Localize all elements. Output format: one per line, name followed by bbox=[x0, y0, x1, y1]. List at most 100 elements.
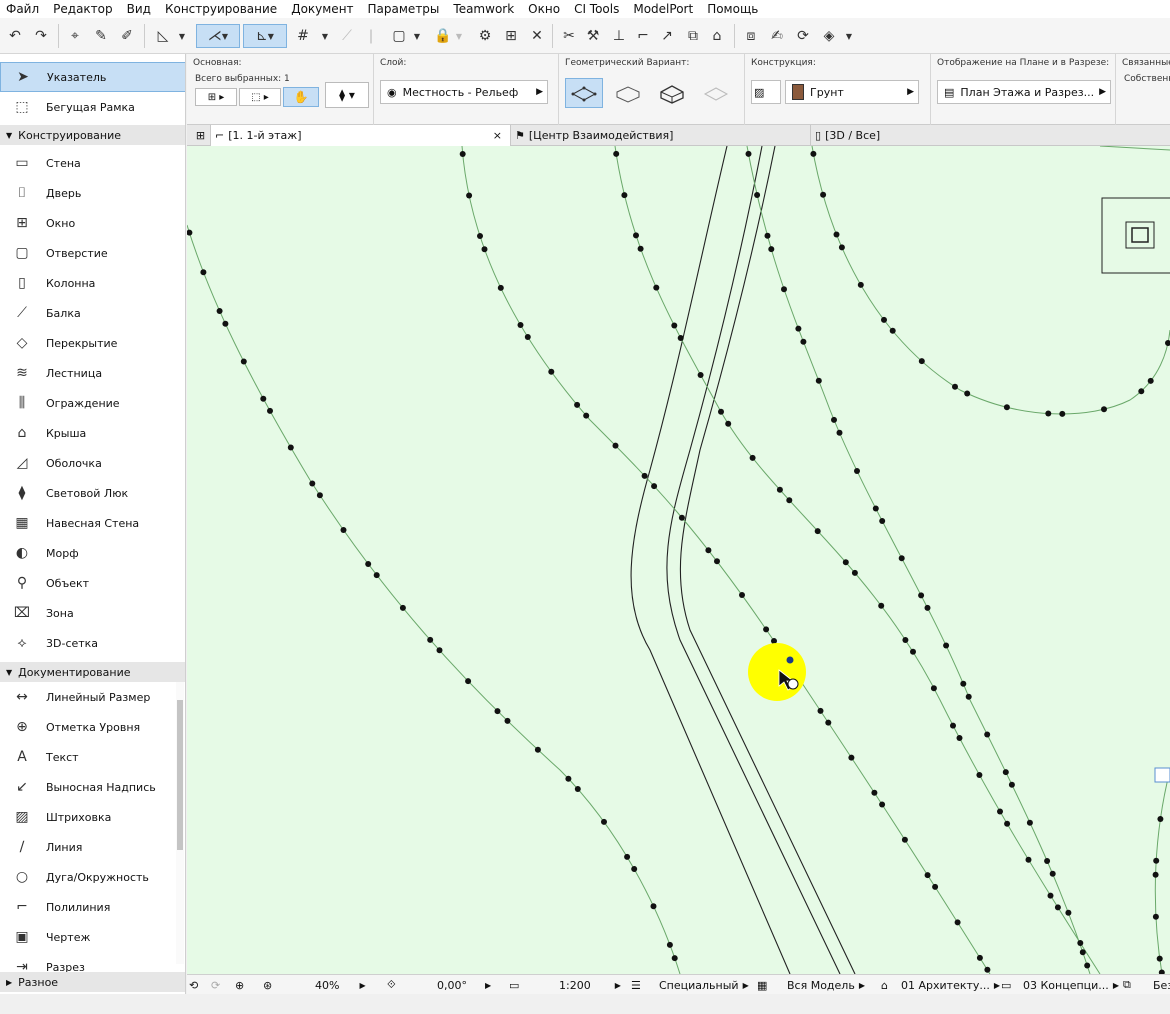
contour-vertex[interactable] bbox=[881, 316, 887, 323]
layer-view-icon[interactable]: ▢ bbox=[388, 24, 410, 48]
dimension-style-value[interactable]: 03 Концепци... ▶ bbox=[1023, 977, 1119, 993]
tool-arrow[interactable]: ➤ Указатель bbox=[0, 62, 185, 92]
contour-vertex[interactable] bbox=[1101, 406, 1107, 413]
tool-marquee[interactable]: ⬚ Бегущая Рамка bbox=[0, 92, 185, 122]
trace-dropdown-icon[interactable]: ▼ bbox=[176, 24, 188, 48]
contour-vertex[interactable] bbox=[497, 284, 504, 291]
contour-vertex[interactable] bbox=[316, 492, 323, 499]
contour-vertex[interactable] bbox=[671, 322, 678, 329]
adjust-icon[interactable]: ⚒ bbox=[582, 24, 604, 48]
contour-vertex[interactable] bbox=[240, 358, 247, 365]
menu-edit[interactable]: Редактор bbox=[53, 2, 112, 16]
tab-floor-plan[interactable]: ⌐ [1. 1-й этаж] × bbox=[211, 125, 511, 146]
tool-door[interactable]: ⌷ Дверь bbox=[0, 178, 185, 208]
menu-window[interactable]: Окно bbox=[528, 2, 560, 16]
contour-vertex[interactable] bbox=[810, 150, 817, 157]
tool-level[interactable]: ⊕ Отметка Уровня bbox=[0, 712, 185, 742]
3d-dropdown-icon[interactable]: ▼ bbox=[842, 24, 856, 48]
contour-vertex[interactable] bbox=[1004, 820, 1011, 827]
contour-vertex[interactable] bbox=[820, 191, 827, 198]
tool-opening[interactable]: ▢ Отверстие bbox=[0, 238, 185, 268]
contour-vertex[interactable] bbox=[1026, 819, 1033, 826]
contour-vertex[interactable] bbox=[1008, 781, 1015, 788]
contour-vertex[interactable] bbox=[943, 642, 950, 649]
snap-guides-icon[interactable]: ⊾ ▼ bbox=[243, 24, 287, 48]
contour-vertex[interactable] bbox=[574, 786, 581, 792]
contour-vertex[interactable] bbox=[465, 678, 472, 685]
contour-vertex[interactable] bbox=[466, 192, 473, 199]
contour-vertex[interactable] bbox=[583, 412, 590, 419]
angle-value[interactable]: 0,00° ▶ bbox=[437, 977, 497, 993]
syringe-icon[interactable]: ✐ bbox=[116, 24, 138, 48]
contour-vertex[interactable] bbox=[831, 416, 837, 423]
hotlink-icon[interactable]: ⚙ bbox=[474, 24, 496, 48]
ruler-icon[interactable]: ⊞ bbox=[500, 24, 522, 48]
pen-set-value[interactable]: Специальный ▶ bbox=[659, 977, 749, 993]
magic-wand-icon[interactable]: ✋ bbox=[283, 87, 319, 107]
tool-beam[interactable]: ⟋ Балка bbox=[0, 298, 185, 328]
menu-document[interactable]: Документ bbox=[291, 2, 353, 16]
rotate-view-icon[interactable]: ⟲ bbox=[189, 977, 198, 993]
contour-vertex[interactable] bbox=[879, 518, 886, 524]
contour-vertex[interactable] bbox=[1165, 340, 1170, 346]
menu-help[interactable]: Помощь bbox=[707, 2, 758, 16]
contour-vertex[interactable] bbox=[879, 801, 886, 808]
contour-vertex[interactable] bbox=[848, 754, 855, 761]
scale-value[interactable]: 1:200 ▶ bbox=[559, 977, 621, 993]
contour-vertex[interactable] bbox=[781, 286, 787, 293]
contour-vertex[interactable] bbox=[745, 150, 752, 157]
contour-vertex[interactable] bbox=[653, 284, 660, 291]
contour-vertex[interactable] bbox=[763, 626, 770, 633]
contour-vertex[interactable] bbox=[795, 325, 802, 332]
menu-options[interactable]: Параметры bbox=[368, 2, 440, 16]
contour-vertex[interactable] bbox=[965, 693, 972, 700]
contour-vertex[interactable] bbox=[637, 245, 644, 252]
contour-vertex[interactable] bbox=[984, 731, 991, 738]
contour-vertex[interactable] bbox=[1054, 904, 1061, 911]
tool-roof[interactable]: ⌂ Крыша bbox=[0, 418, 185, 448]
contour-vertex[interactable] bbox=[842, 559, 849, 566]
house-icon[interactable]: ⌂ bbox=[706, 24, 728, 48]
contour-vertex[interactable] bbox=[976, 954, 983, 961]
tool-mesh[interactable]: ⟡ 3D-сетка bbox=[0, 628, 185, 658]
contour-vertex[interactable] bbox=[924, 604, 931, 611]
contour-vertex[interactable] bbox=[960, 680, 967, 687]
contour-vertex[interactable] bbox=[902, 637, 909, 643]
contour-vertex[interactable] bbox=[754, 192, 761, 198]
contour-vertex[interactable] bbox=[889, 327, 896, 334]
contour-vertex[interactable] bbox=[267, 407, 273, 414]
tool-zone[interactable]: ⌧ Зона bbox=[0, 598, 185, 628]
layer-combo-value[interactable]: 01 Архитекту... ▶ bbox=[901, 977, 1000, 993]
tool-window[interactable]: ⊞ Окно bbox=[0, 208, 185, 238]
contour-vertex[interactable] bbox=[898, 555, 905, 562]
tool-slab[interactable]: ◇ Перекрытие bbox=[0, 328, 185, 358]
contour-vertex[interactable] bbox=[200, 269, 207, 276]
contour-vertex[interactable] bbox=[548, 368, 555, 375]
menu-design[interactable]: Конструирование bbox=[165, 2, 277, 16]
contour-vertex[interactable] bbox=[1153, 857, 1160, 864]
contour-vertex[interactable] bbox=[776, 486, 783, 493]
contour-vertex[interactable] bbox=[954, 919, 961, 926]
contour-vertex[interactable] bbox=[871, 789, 878, 796]
contour-vertex[interactable] bbox=[565, 775, 572, 782]
tool-drawing[interactable]: ▣ Чертеж bbox=[0, 922, 185, 952]
tool-stair[interactable]: ≋ Лестница bbox=[0, 358, 185, 388]
contour-vertex[interactable] bbox=[436, 647, 443, 654]
selection-mode-single[interactable]: ⊞ ▸ bbox=[195, 88, 237, 106]
intersect-icon[interactable]: ⊥ bbox=[608, 24, 630, 48]
contour-vertex[interactable] bbox=[666, 941, 673, 948]
tool-skylight[interactable]: ⧫ Световой Люк bbox=[0, 478, 185, 508]
contour-vertex[interactable] bbox=[534, 746, 541, 753]
split-icon[interactable]: ✂ bbox=[558, 24, 580, 48]
tool-dimension[interactable]: ↔ Линейный Размер bbox=[0, 682, 185, 712]
contour-vertex[interactable] bbox=[739, 592, 745, 598]
menu-ci-tools[interactable]: CI Tools bbox=[574, 2, 619, 16]
contour-vertex[interactable] bbox=[764, 232, 771, 239]
contour-vertex[interactable] bbox=[1025, 856, 1032, 863]
contour-vertex[interactable] bbox=[800, 338, 807, 345]
contour-vertex[interactable] bbox=[601, 818, 607, 825]
contour-vertex[interactable] bbox=[1047, 892, 1054, 899]
section-design-header[interactable]: ▼ Конструирование bbox=[0, 125, 185, 145]
contour-vertex[interactable] bbox=[1156, 955, 1163, 962]
undo-icon[interactable]: ↶ bbox=[4, 24, 26, 48]
